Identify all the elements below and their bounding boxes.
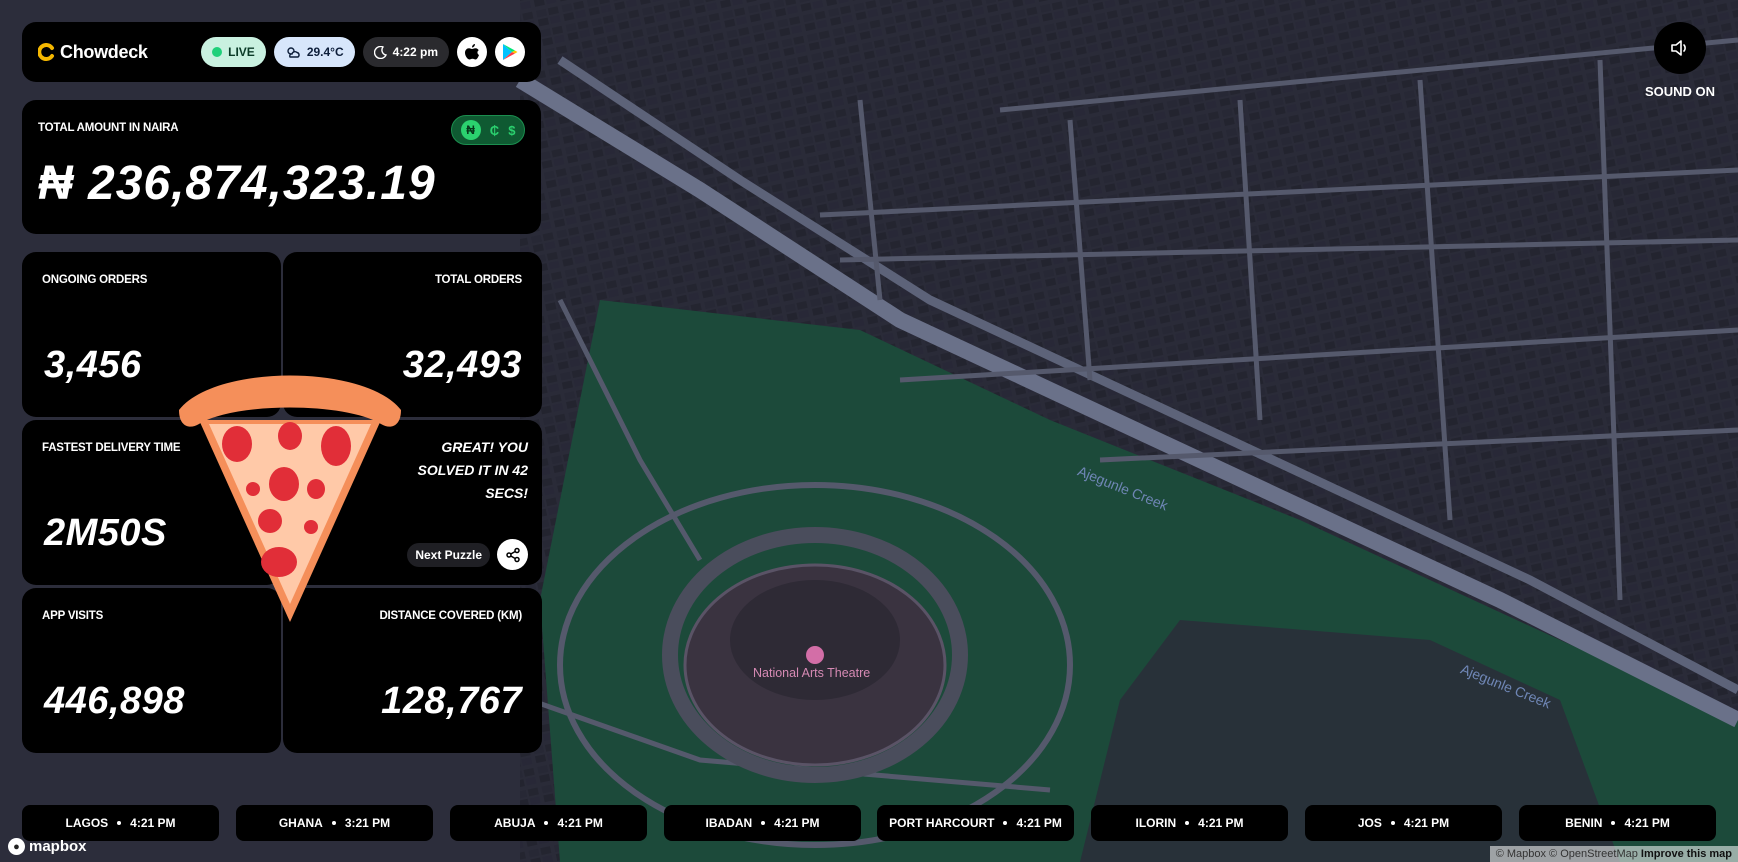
map-attribution: © Mapbox © OpenStreetMap Improve this ma… — [1489, 846, 1738, 862]
city-name: JOS — [1357, 816, 1382, 830]
sound-label: SOUND ON — [1644, 84, 1716, 99]
separator-dot-icon — [331, 821, 336, 825]
pizza-slice-icon[interactable] — [175, 372, 405, 628]
next-puzzle-button[interactable]: Next Puzzle — [407, 543, 490, 567]
currency-option-naira[interactable]: ₦ — [460, 120, 481, 140]
city-time: 4:21 PM — [1016, 816, 1062, 830]
improve-map-link[interactable]: Improve this map — [1641, 848, 1732, 860]
city-name: GHANA — [278, 816, 323, 830]
total-orders-label: TOTAL ORDERS — [434, 274, 522, 286]
time-badge: 4:22 pm — [362, 37, 449, 67]
current-time: 4:22 pm — [392, 45, 438, 59]
city-time: 4:21 PM — [557, 816, 603, 830]
ongoing-orders-label: ONGOING ORDERS — [42, 274, 148, 286]
city-time-ibadan[interactable]: IBADAN 4:21 PM — [664, 805, 861, 841]
google-play-icon — [503, 44, 518, 60]
mapbox-logo[interactable]: ● mapbox — [8, 838, 87, 855]
city-time: 3:21 PM — [344, 816, 391, 830]
city-name: LAGOS — [65, 816, 109, 830]
attribution-text[interactable]: © Mapbox © OpenStreetMap — [1496, 848, 1638, 860]
city-time-ilorin[interactable]: ILORIN 4:21 PM — [1091, 805, 1288, 841]
separator-dot-icon — [1185, 821, 1190, 825]
city-time: 4:21 PM — [1198, 816, 1244, 830]
city-time-abuja[interactable]: ABUJA 4:21 PM — [450, 805, 647, 841]
currency-switcher[interactable]: ₦ ₵ $ — [451, 115, 525, 145]
brand-name: Chowdeck — [60, 41, 148, 62]
fastest-delivery-value: 2M50S — [44, 512, 167, 554]
city-time-port-harcourt[interactable]: PORT HARCOURT 4:21 PM — [877, 805, 1074, 841]
live-label: LIVE — [228, 45, 255, 59]
total-amount-card: TOTAL AMOUNT IN NAIRA ₦ 236,874,323.19 ₦… — [22, 100, 541, 234]
separator-dot-icon — [1611, 821, 1616, 825]
landmark-icon — [806, 646, 824, 664]
mapbox-label: mapbox — [29, 838, 87, 855]
app-store-button[interactable] — [457, 37, 487, 67]
city-name: ABUJA — [494, 816, 536, 830]
live-dot-icon — [212, 47, 223, 57]
separator-dot-icon — [1003, 821, 1008, 825]
currency-option-dollar[interactable]: $ — [508, 123, 515, 138]
separator-dot-icon — [544, 821, 549, 825]
total-amount-value: ₦ 236,874,323.19 — [38, 157, 436, 210]
separator-dot-icon — [1390, 821, 1395, 825]
landmark-label: National Arts Theatre — [753, 666, 871, 680]
ongoing-orders-value: 3,456 — [44, 344, 142, 386]
partly-cloudy-icon — [287, 47, 300, 58]
city-time-lagos[interactable]: LAGOS 4:21 PM — [22, 805, 219, 841]
live-badge: LIVE — [201, 37, 266, 67]
moon-icon — [373, 45, 387, 59]
city-time-jos[interactable]: JOS 4:21 PM — [1305, 805, 1502, 841]
city-name: BENIN — [1565, 816, 1603, 830]
city-name: IBADAN — [705, 816, 753, 830]
distance-covered-value: 128,767 — [381, 680, 522, 722]
city-name: PORT HARCOURT — [889, 816, 995, 830]
weather-badge: 29.4°C — [273, 37, 355, 67]
city-time: 4:21 PM — [130, 816, 176, 830]
top-bar: Chowdeck LIVE 29.4°C 4:22 pm — [22, 22, 541, 82]
city-time: 4:21 PM — [774, 816, 820, 830]
city-time: 4:21 PM — [1624, 816, 1670, 830]
share-button[interactable] — [497, 539, 528, 570]
mapbox-icon: ● — [8, 838, 25, 855]
city-time: 4:21 PM — [1403, 816, 1450, 830]
temperature: 29.4°C — [306, 45, 344, 59]
separator-dot-icon — [117, 821, 122, 825]
brand-logo[interactable]: Chowdeck — [38, 42, 148, 63]
apple-icon — [465, 44, 479, 60]
city-name: ILORIN — [1135, 816, 1177, 830]
sound-toggle-button[interactable] — [1654, 22, 1706, 74]
speaker-icon — [1671, 40, 1686, 56]
city-time-benin[interactable]: BENIN 4:21 PM — [1519, 805, 1716, 841]
share-icon — [505, 547, 520, 562]
play-store-button[interactable] — [495, 37, 525, 67]
puzzle-message: GREAT! YOU SOLVED IT IN 42 SECS! — [417, 439, 528, 501]
currency-option-cedi[interactable]: ₵ — [490, 123, 499, 138]
separator-dot-icon — [761, 821, 766, 825]
total-orders-value: 32,493 — [402, 344, 522, 386]
city-time-ghana[interactable]: GHANA 3:21 PM — [236, 805, 433, 841]
chowdeck-logo-icon — [38, 43, 54, 61]
app-visits-value: 446,898 — [44, 680, 185, 722]
